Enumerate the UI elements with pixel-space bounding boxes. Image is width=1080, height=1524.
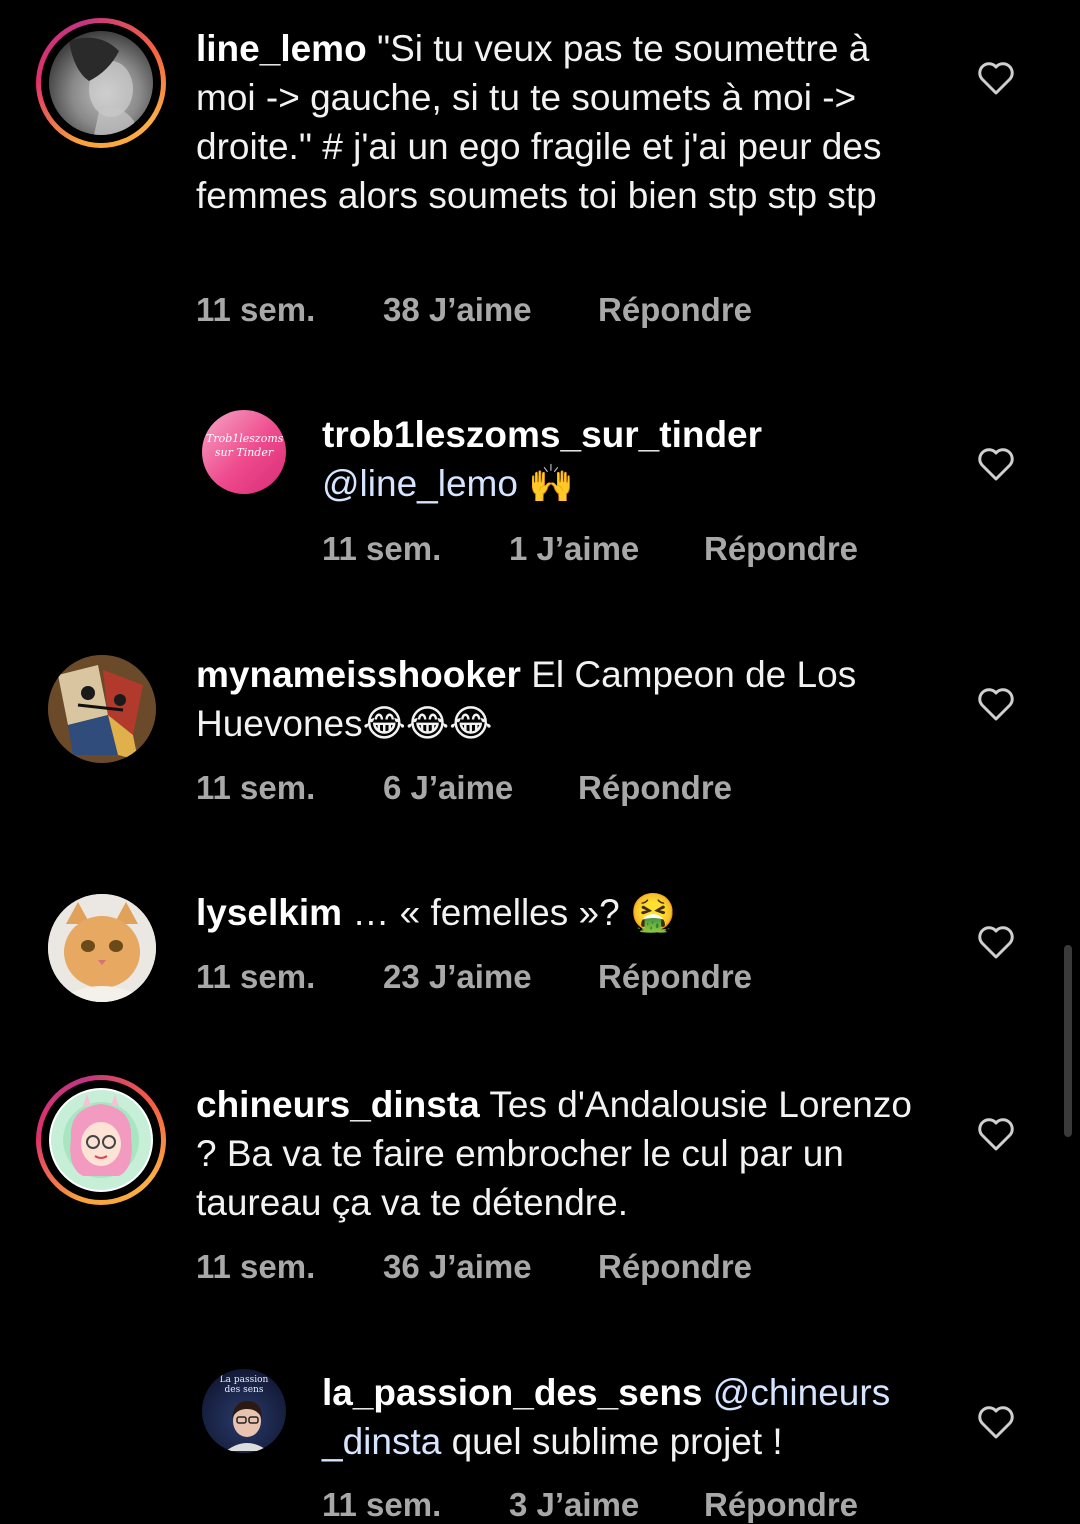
reply-button[interactable]: Répondre	[578, 769, 732, 807]
avatar[interactable]	[48, 655, 156, 763]
like-heart-icon[interactable]	[976, 1116, 1016, 1152]
avatar-logo-text: La passion des sens	[219, 1375, 269, 1395]
like-heart-icon[interactable]	[976, 1404, 1016, 1440]
mention-link[interactable]: @line_lemo	[322, 463, 518, 504]
reply-button[interactable]: Répondre	[598, 1248, 752, 1286]
username[interactable]: chineurs_dinsta	[196, 1084, 480, 1125]
comment-text: trob1leszoms_sur_tinder @line_lemo 🙌	[322, 410, 942, 508]
comment-text: la_passion_des_sens @chineurs _dinsta qu…	[322, 1368, 942, 1466]
reply-button[interactable]: Répondre	[598, 291, 752, 329]
scrollbar-thumb[interactable]	[1064, 945, 1072, 1137]
timestamp: 11 sem.	[322, 1486, 442, 1523]
username[interactable]: la_passion_des_sens	[322, 1372, 703, 1413]
reply-button[interactable]: Répondre	[704, 530, 858, 568]
like-heart-icon[interactable]	[976, 924, 1016, 960]
avatar[interactable]	[49, 31, 153, 135]
comment-text: line_lemo "Si tu veux pas te soumettre à…	[196, 24, 936, 220]
timestamp: 11 sem.	[322, 530, 442, 567]
avatar[interactable]: La passion des sens	[202, 1369, 286, 1453]
like-heart-icon[interactable]	[976, 686, 1016, 722]
avatar[interactable]: Trob1leszoms sur Tinder	[202, 410, 286, 494]
like-heart-icon[interactable]	[976, 446, 1016, 482]
comment-text: chineurs_dinsta Tes d'Andalousie Lorenzo…	[196, 1080, 936, 1227]
reply-button[interactable]: Répondre	[704, 1486, 858, 1524]
comment-body: quel sublime projet !	[451, 1421, 783, 1462]
timestamp: 11 sem.	[196, 291, 316, 328]
likes-count[interactable]: 38 J’aime	[383, 291, 532, 329]
likes-count[interactable]: 23 J’aime	[383, 958, 532, 996]
likes-count[interactable]: 6 J’aime	[383, 769, 513, 807]
timestamp: 11 sem.	[196, 958, 316, 995]
username[interactable]: mynameisshooker	[196, 654, 521, 695]
likes-count[interactable]: 3 J’aime	[509, 1486, 639, 1524]
timestamp: 11 sem.	[196, 769, 316, 806]
comment-body: … « femelles »? 🤮	[352, 892, 677, 933]
comment-text: lyselkim … « femelles »? 🤮	[196, 888, 936, 937]
avatar[interactable]	[49, 1088, 153, 1192]
reply-button[interactable]: Répondre	[598, 958, 752, 996]
avatar-logo-text: Trob1leszoms sur Tinder	[206, 432, 284, 459]
username[interactable]: trob1leszoms_sur_tinder	[322, 410, 942, 459]
username[interactable]: line_lemo	[196, 28, 367, 69]
timestamp: 11 sem.	[196, 1248, 316, 1285]
username[interactable]: lyselkim	[196, 892, 342, 933]
comment-body: 🙌	[528, 463, 575, 504]
avatar[interactable]	[48, 894, 156, 1002]
comment-text: mynameisshooker El Campeon de Los Huevon…	[196, 650, 936, 748]
likes-count[interactable]: 36 J’aime	[383, 1248, 532, 1286]
likes-count[interactable]: 1 J’aime	[509, 530, 639, 568]
like-heart-icon[interactable]	[976, 60, 1016, 96]
